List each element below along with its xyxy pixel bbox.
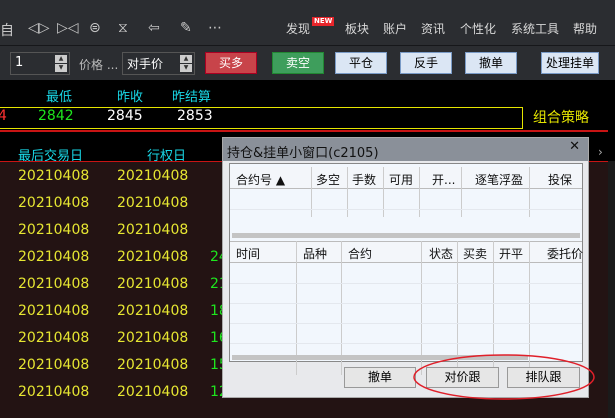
- divider: [0, 130, 608, 132]
- column-header[interactable]: 合约: [348, 245, 372, 262]
- column-header[interactable]: 委托价: [547, 245, 583, 262]
- exercise-date-cell: 20210408: [117, 330, 189, 346]
- last-trade-date-cell: 20210408: [18, 222, 90, 238]
- pen-icon[interactable]: ✎: [180, 20, 192, 36]
- column-header[interactable]: 可用: [389, 171, 413, 188]
- self-select-icon[interactable]: 自: [0, 20, 14, 40]
- menu-discover[interactable]: 发现: [286, 20, 310, 37]
- highlight-ellipse: [413, 354, 595, 400]
- price-label: 价格 ...: [79, 58, 119, 72]
- prev-settle-value: 2853: [177, 108, 213, 124]
- menu-personalize[interactable]: 个性化: [460, 20, 496, 37]
- quantity-value: 1: [15, 55, 24, 70]
- title-bar: [0, 0, 615, 12]
- grid-row[interactable]: [230, 343, 582, 344]
- prev-close-value: 2845: [107, 108, 143, 124]
- decrement-icon[interactable]: ▼: [180, 64, 192, 72]
- combo-strategy-link[interactable]: 组合策略: [533, 107, 589, 127]
- column-header[interactable]: 开平: [499, 245, 523, 262]
- column-header[interactable]: 时间: [236, 245, 260, 262]
- scrollbar[interactable]: [608, 161, 615, 418]
- more-icon[interactable]: ⋯: [208, 20, 222, 36]
- price-type-select[interactable]: 对手价 ▲ ▼: [122, 52, 195, 75]
- sort-icon[interactable]: ⊜: [89, 20, 101, 36]
- last-trade-date-cell: 20210408: [18, 330, 90, 346]
- last-trade-date-cell: 20210408: [18, 276, 90, 292]
- collapse-icon[interactable]: ▷◁: [57, 20, 79, 36]
- buy-long-button[interactable]: 买多: [205, 52, 257, 74]
- exercise-date-cell: 20210408: [117, 384, 189, 400]
- chevron-right-icon[interactable]: ›: [598, 145, 603, 159]
- exercise-date-cell: 20210408: [117, 357, 189, 373]
- low-value: 2842: [38, 108, 74, 124]
- cancel-order-button[interactable]: 撤单: [344, 367, 416, 388]
- column-header[interactable]: 品种: [303, 245, 327, 262]
- exercise-date-cell: 20210408: [117, 222, 189, 238]
- column-header[interactable]: 状态: [429, 245, 453, 262]
- exercise-date-cell: 20210408: [117, 195, 189, 211]
- exercise-date-cell: 20210408: [117, 249, 189, 265]
- last-trade-date-cell: 20210408: [18, 357, 90, 373]
- last-trade-date-cell: 20210408: [18, 195, 90, 211]
- last-trade-date-cell: 20210408: [18, 384, 90, 400]
- grid-row[interactable]: [230, 209, 582, 210]
- dialog-title-bar[interactable]: 持仓&挂单小窗口(c2105) ✕: [223, 138, 588, 161]
- column-header[interactable]: 多空: [316, 171, 340, 188]
- price-type-value: 对手价: [127, 57, 164, 71]
- close-position-button[interactable]: 平仓: [335, 52, 387, 74]
- grid-row[interactable]: [230, 283, 582, 284]
- close-icon[interactable]: ✕: [569, 139, 580, 154]
- menu-sectors[interactable]: 板块: [345, 20, 369, 37]
- cancel-order-button[interactable]: 撤单: [465, 52, 517, 74]
- low-label: 最低: [46, 90, 73, 105]
- menu-account[interactable]: 账户: [383, 20, 407, 37]
- quote-box: [0, 107, 523, 129]
- grid-row[interactable]: [230, 303, 582, 304]
- column-header[interactable]: 投保: [548, 171, 572, 188]
- positions-scrollbar[interactable]: [232, 233, 580, 238]
- increment-icon[interactable]: ▲: [55, 55, 67, 63]
- last-trade-date-cell: 20210408: [18, 249, 90, 265]
- column-header[interactable]: 开...: [432, 171, 455, 188]
- prev-close-label: 昨收: [117, 90, 144, 105]
- decrement-icon[interactable]: ▼: [55, 64, 67, 72]
- quantity-stepper[interactable]: 1 ▲ ▼: [10, 52, 70, 75]
- hourglass-icon[interactable]: ⧖: [118, 20, 128, 36]
- grids-panel: 合约号 ▲ 多空 手数 可用 开... 逐笔浮盈 投保 时间 品种 合约 状态 买卖 开平 委托价: [229, 163, 583, 375]
- exercise-date-cell: 20210408: [117, 276, 189, 292]
- back-arrow-icon[interactable]: ⇦: [148, 20, 160, 36]
- last-trade-date-cell: 20210408: [18, 303, 90, 319]
- last-trade-date-cell: 20210408: [18, 168, 90, 184]
- prev-settle-label: 昨结算: [172, 90, 212, 105]
- column-header[interactable]: 合约号 ▲: [236, 171, 285, 188]
- sell-short-button[interactable]: 卖空: [272, 52, 324, 74]
- expand-icon[interactable]: ◁▷: [28, 20, 50, 36]
- column-header[interactable]: 买卖: [463, 245, 487, 262]
- exercise-date-cell: 20210408: [117, 303, 189, 319]
- reverse-button[interactable]: 反手: [400, 52, 452, 74]
- menu-system-tools[interactable]: 系统工具: [511, 20, 559, 37]
- menu-news[interactable]: 资讯: [421, 20, 445, 37]
- increment-icon[interactable]: ▲: [180, 55, 192, 63]
- new-badge: NEW: [312, 17, 335, 26]
- menu-help[interactable]: 帮助: [573, 20, 597, 37]
- column-header[interactable]: 逐笔浮盈: [475, 171, 523, 188]
- exercise-date-cell: 20210408: [117, 168, 189, 184]
- grid-row[interactable]: [230, 323, 582, 324]
- handle-pending-button[interactable]: 处理挂单: [541, 52, 599, 74]
- dialog-title: 持仓&挂单小窗口(c2105): [227, 146, 379, 161]
- quote-partial-value: 4: [0, 108, 7, 124]
- column-header[interactable]: 手数: [352, 171, 376, 188]
